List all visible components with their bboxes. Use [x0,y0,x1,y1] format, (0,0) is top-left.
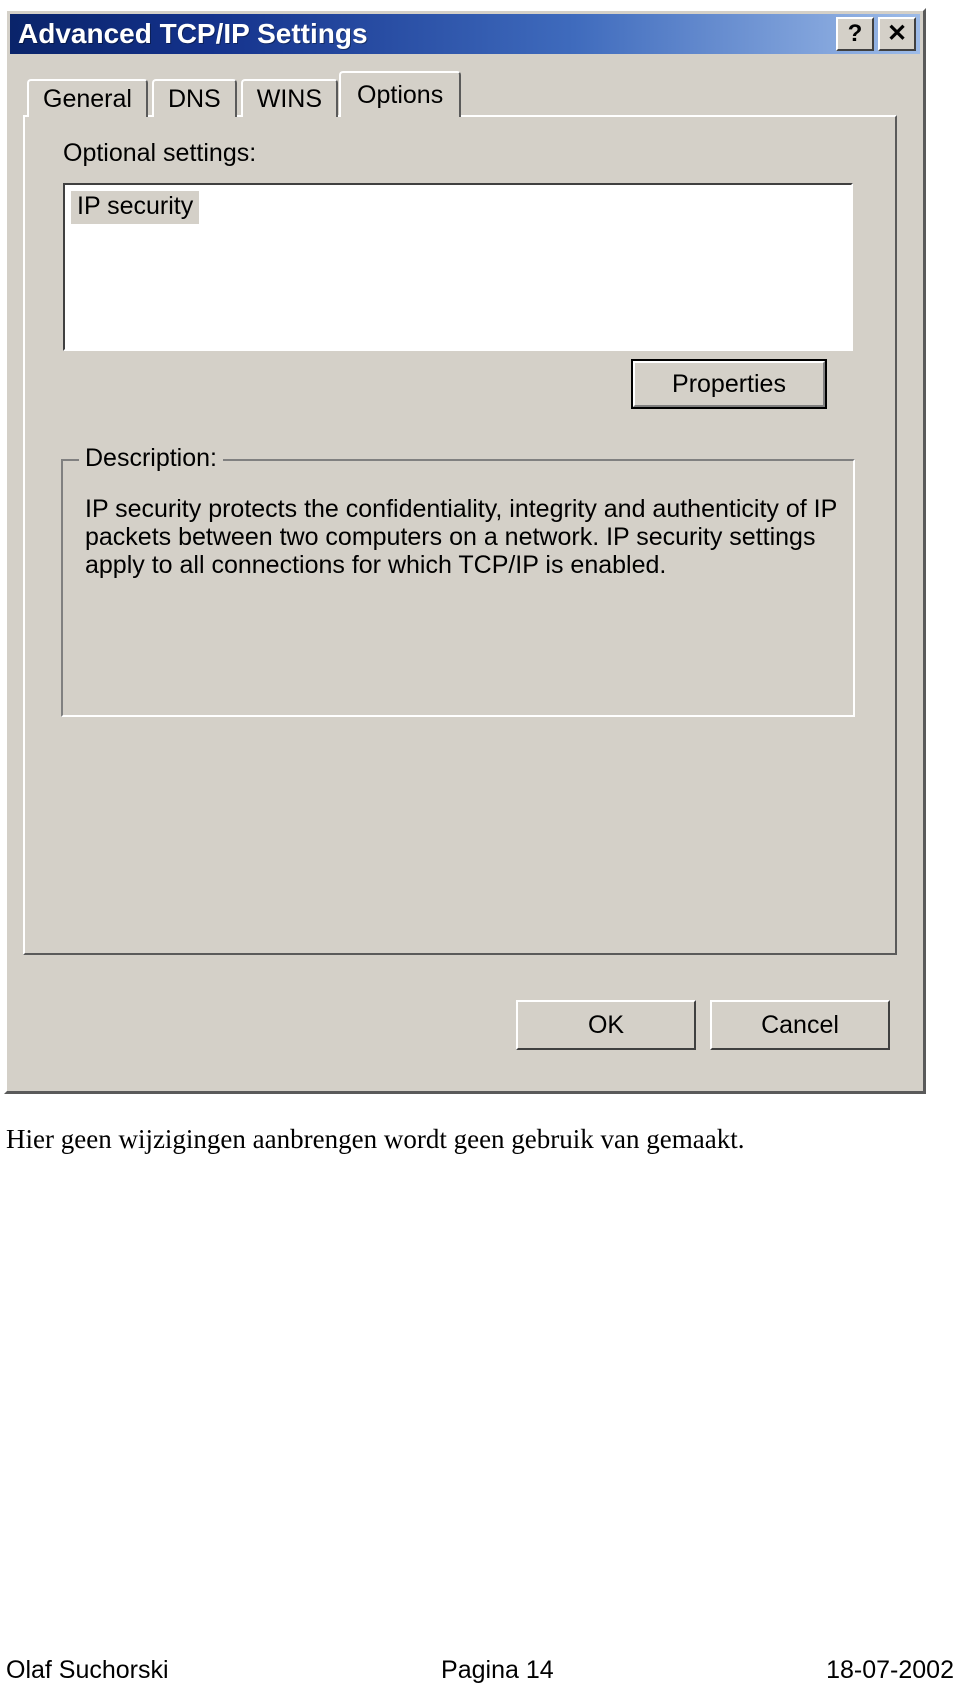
tab-general[interactable]: General [27,79,148,117]
properties-button[interactable]: Properties [631,359,827,409]
help-icon[interactable]: ? [836,17,874,51]
cancel-button[interactable]: Cancel [710,1000,890,1050]
footer-date: 18-07-2002 [826,1655,954,1684]
description-groupbox: Description: IP security protects the co… [61,444,855,717]
tab-options[interactable]: Options [339,71,462,117]
optional-settings-label: Optional settings: [63,139,257,167]
description-line-1: IP security protects the confidentiality… [85,495,838,523]
optional-settings-listbox[interactable]: IP security [63,183,853,351]
description-text: IP security protects the confidentiality… [85,495,839,579]
ok-button[interactable]: OK [516,1000,696,1050]
description-legend: Description: [79,444,223,473]
dialog-titlebar[interactable]: Advanced TCP/IP Settings ? ✕ [10,14,920,54]
tab-strip: General DNS WINS Options [27,71,462,117]
advanced-tcpip-settings-dialog: Advanced TCP/IP Settings ? ✕ Optional se… [4,8,926,1094]
properties-button-label: Properties [633,361,825,407]
tab-dns[interactable]: DNS [151,79,237,117]
tab-wins[interactable]: WINS [240,79,339,117]
description-line-2: packets between two computers on a netwo… [85,523,816,551]
footer-page-number: Pagina 14 [441,1655,554,1684]
dialog-button-bar: OK Cancel [10,956,920,1088]
dialog-title: Advanced TCP/IP Settings [18,18,368,49]
footer-author: Olaf Suchorski [6,1655,169,1684]
close-icon[interactable]: ✕ [878,17,916,51]
page-footer: Olaf Suchorski Pagina 14 18-07-2002 [0,1650,960,1690]
description-line-3: apply to all connections for which TCP/I… [85,551,667,579]
page-caption: Hier geen wijzigingen aanbrengen wordt g… [6,1124,745,1154]
tab-page-options: Optional settings: IP security Propertie… [23,115,897,955]
list-item-ip-security[interactable]: IP security [71,191,200,224]
